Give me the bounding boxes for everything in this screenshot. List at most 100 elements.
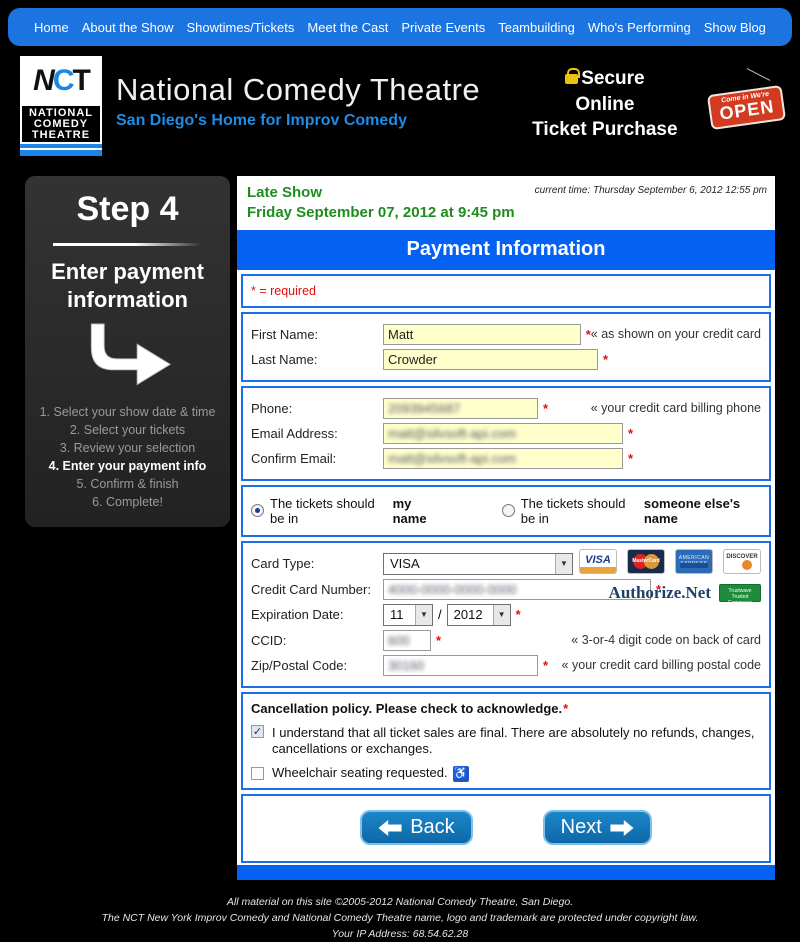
discover-card-icon: DISCOVER (723, 549, 761, 574)
radio-selected-icon[interactable] (251, 504, 264, 517)
curved-arrow-icon (73, 319, 183, 395)
radio-unselected-icon[interactable] (502, 504, 515, 517)
nav-item-private-events[interactable]: Private Events (401, 20, 485, 35)
chevron-down-icon[interactable]: ▼ (493, 605, 510, 625)
phone-input[interactable]: 2093945687 (383, 398, 538, 419)
show-datetime: Friday September 07, 2012 at 9:45 pm (247, 203, 515, 223)
final-sales-checkbox-checked[interactable]: ✓ (251, 725, 264, 738)
visa-card-icon: VISA (579, 549, 617, 574)
nav-item-teambuilding[interactable]: Teambuilding (498, 20, 575, 35)
brand-block: National Comedy Theatre San Diego's Home… (116, 72, 480, 130)
required-asterisk: * (436, 633, 441, 648)
nav-item-about[interactable]: About the Show (82, 20, 174, 35)
card-section: VISA MasterCard AMERICAN EXPRESS DISCOVE… (241, 541, 771, 688)
expiration-year-value: 2012 (448, 607, 493, 622)
open-sign-string (747, 68, 771, 81)
open-sign: Come in We're OPEN (707, 85, 786, 130)
ccid-label: CCID: (251, 633, 383, 648)
step-subtitle: Enter payment information (35, 258, 220, 313)
next-button-label: Next (561, 816, 602, 839)
radio-someone-else[interactable]: The tickets should be in someone else's … (502, 496, 761, 526)
radio-other-text: The tickets should be in (521, 496, 641, 526)
step-item-5: 5. Confirm & finish (35, 475, 220, 493)
expiration-month-value: 11 (384, 607, 415, 622)
nct-logo-mark: NCT (20, 56, 102, 106)
chevron-down-icon[interactable]: ▼ (415, 605, 432, 625)
step-sidebar: Step 4 Enter payment information 1. Sele… (25, 176, 230, 527)
nav-item-home[interactable]: Home (34, 20, 69, 35)
show-name: Late Show (247, 183, 515, 203)
header: NCT NATIONAL COMEDY THEATRE National Com… (0, 46, 800, 168)
zip-value: 30160 (388, 658, 424, 673)
radio-my-name-bold: my name (393, 496, 442, 526)
zip-input[interactable]: 30160 (383, 655, 538, 676)
discover-text: DISCOVER (724, 554, 760, 560)
phone-label: Phone: (251, 401, 383, 416)
expiration-month-select[interactable]: 11 ▼ (383, 604, 433, 626)
expiration-label: Expiration Date: (251, 607, 383, 622)
required-asterisk: * (543, 658, 548, 673)
required-asterisk: * (628, 451, 633, 466)
logo-letter-t: T (73, 64, 89, 98)
card-type-value: VISA (384, 556, 555, 571)
next-button[interactable]: Next (543, 810, 652, 845)
wheelchair-checkbox-unchecked[interactable] (251, 767, 264, 780)
authorize-net-logo: Authorize.Net (609, 583, 711, 603)
steps-list: 1. Select your show date & time 2. Selec… (35, 403, 220, 511)
confirm-email-input[interactable]: matt@silvsoft-api.com (383, 448, 623, 469)
contact-section: Phone: 2093945687 * « your credit card b… (241, 386, 771, 481)
back-button[interactable]: Back (360, 810, 472, 845)
expiration-year-select[interactable]: 2012 ▼ (447, 604, 511, 626)
payment-logos: VISA MasterCard AMERICAN EXPRESS DISCOVE… (561, 549, 761, 603)
confirm-email-value: matt@silvsoft-api.com (388, 451, 516, 466)
email-input[interactable]: matt@silvsoft-api.com (383, 423, 623, 444)
cancellation-title: Cancellation policy. Please check to ack… (251, 701, 562, 716)
required-asterisk: * (543, 401, 548, 416)
site-title: National Comedy Theatre (116, 72, 480, 108)
secure-purchase-label: Secure Online Ticket Purchase (532, 66, 677, 143)
visa-gold-bar (580, 567, 616, 573)
page: { "nav": { "items": ["Home", "About the … (0, 8, 800, 842)
arrow-right-icon (610, 820, 634, 836)
nav-item-showtimes[interactable]: Showtimes/Tickets (187, 20, 295, 35)
step-item-6: 6. Complete! (35, 493, 220, 511)
ccid-input[interactable]: 600 (383, 630, 431, 651)
radio-my-name[interactable]: The tickets should be in my name (251, 496, 442, 526)
panel-title: Payment Information (407, 238, 606, 261)
ccid-value: 600 (388, 633, 410, 648)
amex-card-icon: AMERICAN EXPRESS (675, 549, 713, 574)
ticket-name-section: The tickets should be in my name The tic… (241, 485, 771, 537)
arrow-left-icon (378, 820, 402, 836)
required-note-section: * = required (241, 274, 771, 308)
nav-item-cast[interactable]: Meet the Cast (307, 20, 388, 35)
step-item-1: 1. Select your show date & time (35, 403, 220, 421)
nav-item-blog[interactable]: Show Blog (704, 20, 766, 35)
secure-line3: Ticket Purchase (532, 117, 677, 143)
email-label: Email Address: (251, 426, 383, 441)
name-section: First Name: * « as shown on your credit … (241, 312, 771, 382)
radio-my-name-text: The tickets should be in (270, 496, 389, 526)
show-info: Late Show Friday September 07, 2012 at 9… (237, 176, 775, 230)
required-asterisk: * (603, 352, 608, 367)
trustwave-badge: Trustwave Trusted Commerce (719, 584, 761, 602)
first-name-label: First Name: (251, 327, 383, 342)
ccid-hint: « 3-or-4 digit code on back of card (571, 633, 761, 647)
site-tagline: San Diego's Home for Improv Comedy (116, 112, 480, 130)
logo-letter-c: C (53, 64, 73, 98)
card-number-value: 4000-0000-0000-0000 (388, 582, 517, 597)
step-item-3: 3. Review your selection (35, 439, 220, 457)
required-asterisk: * (628, 426, 633, 441)
card-type-select[interactable]: VISA ▼ (383, 553, 573, 575)
wheelchair-icon: ♿ (453, 766, 469, 782)
email-value: matt@silvsoft-api.com (388, 426, 516, 441)
footer-ip-address: Your IP Address: 68.54.62.28 (0, 926, 800, 942)
nav-item-performing[interactable]: Who's Performing (588, 20, 691, 35)
required-asterisk: * (516, 607, 521, 622)
final-sales-text: I understand that all ticket sales are f… (272, 725, 761, 759)
back-button-label: Back (410, 816, 454, 839)
last-name-input[interactable] (383, 349, 598, 370)
wheelchair-text: Wheelchair seating requested. (272, 765, 448, 782)
logo-letter-n: N (33, 64, 53, 98)
first-name-input[interactable] (383, 324, 581, 345)
mastercard-card-icon: MasterCard (627, 549, 665, 574)
